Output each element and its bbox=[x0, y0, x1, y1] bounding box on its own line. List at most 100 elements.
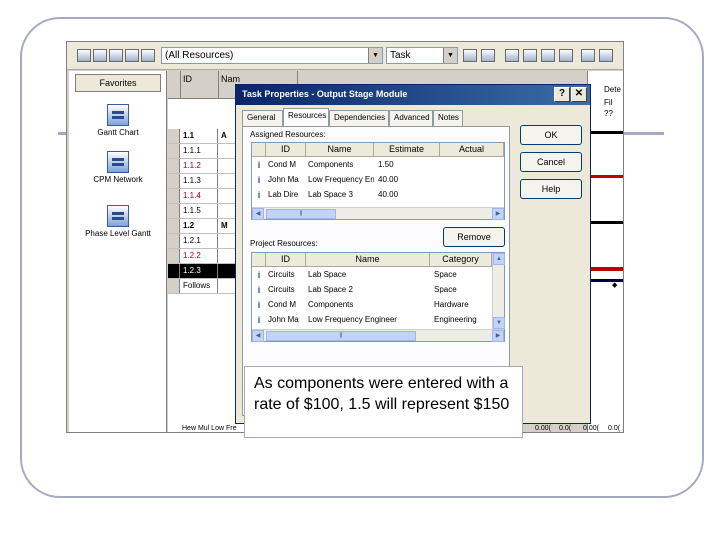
row-id: 1.2.2 bbox=[181, 249, 218, 263]
resource-category: Space bbox=[434, 285, 457, 294]
scroll-right-icon[interactable]: ▶ bbox=[492, 330, 504, 342]
add-task-icon[interactable] bbox=[77, 49, 91, 62]
list-item[interactable]: i John Ma Low Frequency Engi 40.00 bbox=[252, 173, 504, 188]
gantt-header-3: ?? bbox=[604, 109, 613, 118]
scroll-thumb[interactable]: ⫼ bbox=[266, 331, 416, 341]
resource-name: Lab Space 2 bbox=[308, 285, 353, 294]
link-icon[interactable] bbox=[559, 49, 573, 62]
col-header-id[interactable]: ID bbox=[266, 143, 306, 157]
scroll-right-icon[interactable]: ▶ bbox=[492, 208, 504, 220]
resource-icon: i bbox=[257, 175, 261, 185]
col-header-id[interactable]: ID bbox=[266, 253, 306, 267]
resource-estimate: 40.00 bbox=[378, 175, 399, 184]
resource-filter-select[interactable]: (All Resources) ▼ bbox=[161, 47, 383, 64]
col-header-actual[interactable]: Actual bbox=[440, 143, 504, 157]
filter-icon[interactable] bbox=[463, 49, 477, 62]
assigned-list-hscrollbar[interactable]: ◀ ⫼ ▶ bbox=[252, 207, 504, 220]
resource-estimate: 40.00 bbox=[378, 190, 399, 199]
cancel-button[interactable]: Cancel bbox=[520, 152, 582, 172]
help-button[interactable]: Help bbox=[520, 179, 582, 199]
tab-dependencies[interactable]: Dependencies bbox=[329, 110, 389, 126]
gantt-summary-bar[interactable] bbox=[588, 131, 623, 134]
scroll-down-icon[interactable]: ▼ bbox=[493, 317, 505, 329]
columns-icon[interactable] bbox=[505, 49, 519, 62]
gantt-milestone-icon[interactable]: ◆ bbox=[612, 281, 617, 289]
view-label: Gantt Chart bbox=[97, 128, 139, 137]
gantt-summary-bar[interactable] bbox=[588, 221, 623, 224]
tab-notes[interactable]: Notes bbox=[433, 110, 463, 126]
tab-resources[interactable]: Resources bbox=[283, 108, 329, 127]
project-list-hscrollbar[interactable]: ◀ ⫼ ▶ bbox=[252, 329, 504, 342]
col-header-category[interactable]: Category bbox=[430, 253, 492, 267]
gantt-selected-bar[interactable] bbox=[588, 279, 623, 282]
row-id: 1.2 bbox=[181, 219, 218, 233]
chevron-down-icon[interactable]: ▼ bbox=[443, 48, 457, 63]
list-item[interactable]: i Circuits Lab Space 2 Space bbox=[252, 283, 492, 298]
add-milestone-icon[interactable] bbox=[109, 49, 123, 62]
tools-icon[interactable] bbox=[541, 49, 555, 62]
col-header-blank bbox=[252, 143, 266, 157]
resource-name: Low Frequency Engi bbox=[308, 175, 374, 184]
resource-id: Cond M bbox=[268, 160, 297, 169]
help-icon[interactable]: ? bbox=[554, 87, 570, 102]
view-phase-level-gantt[interactable]: Phase Level Gantt bbox=[69, 205, 167, 238]
row-id: 1.2.3 bbox=[181, 264, 218, 278]
ok-button[interactable]: OK bbox=[520, 125, 582, 145]
phase-gantt-icon bbox=[107, 205, 129, 227]
project-resources-list[interactable]: ID Name Category i Circuits Lab Space Sp… bbox=[251, 252, 505, 342]
favorites-button[interactable]: Favorites bbox=[75, 74, 161, 92]
gantt-critical-bar[interactable] bbox=[588, 267, 623, 271]
resource-id: Lab Dire bbox=[268, 190, 299, 199]
project-list-header: ID Name Category bbox=[252, 253, 492, 267]
col-header-name[interactable]: Name bbox=[306, 253, 430, 267]
grid-header-id[interactable]: ID bbox=[181, 71, 219, 99]
views-bar: Favorites Gantt Chart CPM Network Phase … bbox=[69, 71, 167, 432]
resource-category: Engineering bbox=[434, 315, 477, 324]
resource-filter-value: (All Resources) bbox=[165, 50, 234, 61]
resources-icon[interactable] bbox=[523, 49, 537, 62]
edit-icon[interactable] bbox=[481, 49, 495, 62]
bottom-row-label: Hew Mul Low Fre bbox=[182, 425, 237, 432]
view-gantt-chart[interactable]: Gantt Chart bbox=[69, 104, 167, 137]
list-item[interactable]: i Circuits Lab Space Space bbox=[252, 268, 492, 283]
zoom-in-icon[interactable] bbox=[581, 49, 595, 62]
view-cpm-network[interactable]: CPM Network bbox=[69, 151, 167, 184]
col-header-blank bbox=[252, 253, 266, 267]
decorative-line-right bbox=[624, 132, 664, 135]
assigned-resources-label: Assigned Resources: bbox=[250, 130, 326, 139]
gantt-header-2: Fil bbox=[604, 98, 613, 107]
resource-icon: i bbox=[257, 160, 261, 170]
gantt-critical-bar[interactable] bbox=[588, 175, 623, 178]
scroll-left-icon[interactable]: ◀ bbox=[252, 330, 264, 342]
list-item[interactable]: i John Ma Low Frequency Engineer Enginee… bbox=[252, 313, 492, 328]
resource-category: Space bbox=[434, 270, 457, 279]
resource-actual bbox=[442, 158, 502, 173]
close-icon[interactable]: ✕ bbox=[571, 87, 587, 102]
col-header-estimate[interactable]: Estimate bbox=[374, 143, 440, 157]
zoom-out-icon[interactable] bbox=[599, 49, 613, 62]
project-list-vscrollbar[interactable]: ▲ ▼ bbox=[492, 253, 505, 329]
row-id: 1.1.2 bbox=[181, 159, 218, 173]
col-header-name[interactable]: Name bbox=[306, 143, 374, 157]
list-item[interactable]: i Cond M Components Hardware bbox=[252, 298, 492, 313]
list-item[interactable]: i Lab Dire Lab Space 3 40.00 bbox=[252, 188, 504, 203]
gantt-chart-icon bbox=[107, 104, 129, 126]
remove-button[interactable]: Remove bbox=[443, 227, 505, 247]
task-filter-select[interactable]: Task ▼ bbox=[386, 47, 458, 64]
caption-callout: As components were entered with a rate o… bbox=[244, 366, 523, 438]
tab-general[interactable]: General bbox=[242, 110, 283, 126]
add-subtask-icon[interactable] bbox=[93, 49, 107, 62]
outdent-icon[interactable] bbox=[141, 49, 155, 62]
chevron-down-icon[interactable]: ▼ bbox=[368, 48, 382, 63]
scroll-thumb[interactable]: ⫼ bbox=[266, 209, 336, 219]
gantt-chart-area: Dete Fil ?? ◆ 0.0( bbox=[587, 71, 623, 432]
assigned-resources-list[interactable]: ID Name Estimate Actual i Cond M Compone… bbox=[251, 142, 505, 220]
indent-icon[interactable] bbox=[125, 49, 139, 62]
scroll-up-icon[interactable]: ▲ bbox=[493, 253, 505, 265]
assigned-list-header: ID Name Estimate Actual bbox=[252, 143, 504, 157]
row-id: 1.1.5 bbox=[181, 204, 218, 218]
resource-actual bbox=[442, 188, 502, 203]
list-item[interactable]: i Cond M Components 1.50 bbox=[252, 158, 504, 173]
scroll-left-icon[interactable]: ◀ bbox=[252, 208, 264, 220]
tab-advanced[interactable]: Advanced bbox=[389, 110, 433, 126]
